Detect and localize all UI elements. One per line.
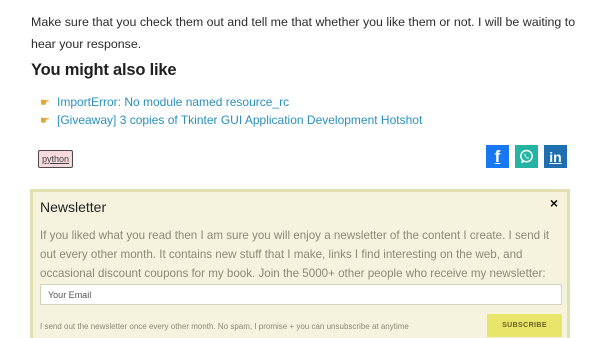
related-post-link[interactable]: [Giveaway] 3 copies of Tkinter GUI Appli… [57, 113, 422, 127]
newsletter-title: Newsletter [40, 199, 107, 215]
email-input[interactable] [40, 284, 562, 305]
newsletter-note: I send out the newsletter once every oth… [40, 322, 409, 331]
newsletter-description: If you liked what you read then I am sur… [40, 229, 550, 280]
whatsapp-icon [520, 149, 533, 164]
related-post-link[interactable]: ImportError: No module named resource_rc [57, 95, 289, 109]
linkedin-icon: in [549, 148, 562, 165]
tag-python[interactable]: python [38, 150, 74, 168]
pointing-hand-icon: ☛ [40, 96, 50, 109]
whatsapp-share-button[interactable] [515, 145, 538, 168]
pointing-hand-icon: ☛ [40, 114, 50, 127]
related-post-item: ☛ ImportError: No module named resource_… [40, 93, 422, 111]
related-posts-list: ☛ ImportError: No module named resource_… [40, 93, 422, 129]
linkedin-share-button[interactable]: in [544, 145, 567, 168]
related-post-item: ☛ [Giveaway] 3 copies of Tkinter GUI App… [40, 111, 422, 129]
close-icon[interactable]: × [550, 195, 558, 211]
subscribe-button[interactable]: SUBSCRIBE [487, 314, 562, 337]
article-paragraph: Make sure that you check them out and te… [31, 15, 576, 51]
related-posts-title: You might also like [31, 61, 177, 79]
facebook-share-button[interactable]: f [486, 145, 509, 168]
facebook-icon: f [494, 146, 501, 166]
newsletter-box: Newsletter × If you liked what you read … [30, 189, 570, 338]
